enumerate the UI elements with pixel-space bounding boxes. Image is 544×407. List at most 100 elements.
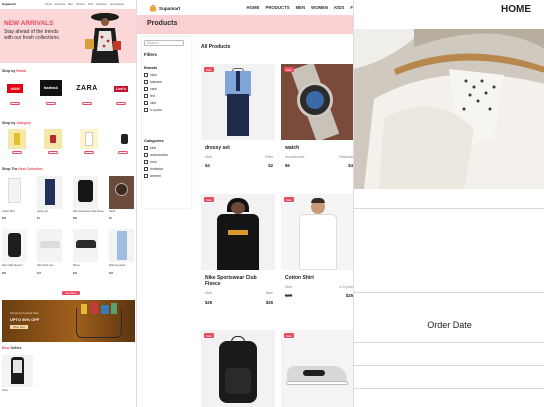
category-button[interactable] [48, 151, 58, 154]
shop-by-category-title: Shop by Category [2, 121, 31, 125]
nav-link-products[interactable]: Products [55, 3, 65, 6]
checkbox[interactable] [144, 146, 148, 150]
hoodie-print [228, 230, 248, 235]
nav-brand[interactable]: Supamart [2, 2, 16, 6]
brand-button[interactable] [46, 102, 56, 105]
section-accent: New Collection [18, 167, 43, 171]
checkbox[interactable] [144, 87, 148, 91]
products-page-panel: Supamart HOME PRODUCTS MEN WOMEN KIDS F … [137, 0, 353, 407]
brand-filter-levi[interactable]: levi [144, 94, 155, 98]
category-filter-kids[interactable]: kids [144, 146, 156, 150]
nav-link-footwear[interactable]: Footwear [96, 3, 107, 6]
brand-button[interactable] [10, 102, 20, 105]
divider [354, 342, 544, 343]
product-price: $4 [205, 163, 210, 168]
menu-kids[interactable]: KIDS [334, 5, 344, 10]
product-current-price: $26 [265, 300, 273, 305]
new-product-card[interactable] [73, 229, 98, 262]
new-product-card[interactable] [109, 176, 134, 209]
shop-new-collection-title: Shop The New Collection [2, 167, 43, 171]
brand-tile-hm[interactable]: H&M [4, 80, 26, 96]
divider [354, 388, 544, 389]
product-card[interactable]: Sale Nike Sportswear Club Fleece Kids Ni… [201, 194, 275, 310]
category-button[interactable] [118, 151, 128, 154]
product-image [201, 194, 275, 270]
filter-sidebar [142, 37, 191, 208]
product-image [45, 179, 55, 205]
shopping-bag-logo-icon[interactable] [149, 4, 157, 12]
checkbox[interactable] [144, 174, 148, 178]
product-image [281, 64, 353, 140]
nav-link-accessories[interactable]: Accessories [110, 3, 124, 6]
brand-tile-levis[interactable]: Levi's [112, 84, 130, 94]
product-brand: Filter [265, 155, 273, 159]
new-product-card[interactable] [37, 176, 62, 209]
product-name: dressy set [205, 145, 230, 151]
product-image [281, 330, 353, 407]
category-filter-accessories[interactable]: accessories [144, 153, 168, 157]
checkbox[interactable] [144, 73, 148, 77]
menu-women[interactable]: WOMEN [311, 5, 328, 10]
best-seller-card[interactable] [2, 355, 33, 387]
category-filter-women[interactable]: women [144, 174, 161, 178]
promo-discount: UPTO 50% OFF [10, 317, 40, 322]
checkbox[interactable] [144, 160, 148, 164]
category-tile-men[interactable] [80, 129, 98, 149]
promo-shop-now-button[interactable]: Shop Now [10, 325, 28, 329]
new-product-card[interactable] [2, 176, 27, 209]
category-tile-footwear[interactable] [116, 129, 134, 149]
divider [354, 365, 544, 366]
product-price: $17 [37, 272, 41, 275]
new-product-card[interactable] [109, 229, 134, 262]
product-card[interactable]: Sale [281, 330, 353, 407]
brand-tile-fastrack[interactable]: fasttrack [40, 80, 62, 96]
brand-filter-zara[interactable]: zara [144, 87, 157, 91]
search-input[interactable]: Search... [144, 40, 184, 46]
category-tile-accessories[interactable] [44, 129, 62, 149]
brand-button[interactable] [82, 102, 92, 105]
category-filter-men[interactable]: men [144, 160, 157, 164]
product-image [201, 330, 275, 407]
nav-link-men[interactable]: Men [68, 3, 73, 6]
menu-products[interactable]: PRODUCTS [265, 5, 289, 10]
brand-filter-fastrack[interactable]: fastrack [144, 80, 162, 84]
brand-filter-hm[interactable]: h&m [144, 73, 157, 77]
checkbox[interactable] [144, 94, 148, 98]
product-card[interactable]: Sale Cotton Shirt Men U.S.polo $29 $25 [281, 194, 353, 310]
brand-filter-uspolo[interactable]: u.s.polo [144, 108, 162, 112]
category-button[interactable] [84, 151, 94, 154]
brand-tile-zara[interactable]: ZARA [76, 80, 98, 96]
product-name: Wide-leg Jeans [109, 264, 126, 267]
product-card[interactable]: Sale watch Accessories Fastrack $6 $4 [281, 64, 353, 174]
checkbox[interactable] [144, 167, 148, 171]
home-title[interactable]: HOME [501, 4, 531, 15]
menu-home[interactable]: HOME [247, 5, 260, 10]
checkbox[interactable] [144, 108, 148, 112]
new-product-card[interactable] [73, 176, 98, 209]
new-product-card[interactable] [2, 229, 27, 262]
product-image [8, 233, 21, 257]
brand-filter-nike[interactable]: nike [144, 101, 156, 105]
category-filter-footwear[interactable]: footwear [144, 167, 163, 171]
product-name: Shoes [73, 264, 80, 267]
product-image [40, 241, 60, 248]
section-prefix: Best [2, 346, 10, 350]
view-more-button[interactable]: View More [62, 291, 80, 296]
brand-name[interactable]: Supamart [159, 6, 180, 11]
nav-link-women[interactable]: Women [76, 3, 85, 6]
checkbox[interactable] [144, 153, 148, 157]
new-product-card[interactable] [37, 229, 62, 262]
product-card[interactable]: Sale [201, 330, 275, 407]
nav-link-home[interactable]: Home [45, 3, 52, 6]
product-card[interactable]: Sale dressy set Kids Filter $4 $2 [201, 64, 275, 174]
category-tile-kids[interactable] [8, 129, 26, 149]
menu-men[interactable]: MEN [296, 5, 306, 10]
product-category: Kids [205, 291, 212, 295]
checkbox[interactable] [144, 101, 148, 105]
checkbox[interactable] [144, 80, 148, 84]
nav-link-kids[interactable]: Kids [88, 3, 93, 6]
checkbox-label: fastrack [150, 80, 162, 84]
product-category: Accessories [285, 155, 305, 159]
brand-button[interactable] [116, 102, 126, 105]
category-button[interactable] [12, 151, 22, 154]
